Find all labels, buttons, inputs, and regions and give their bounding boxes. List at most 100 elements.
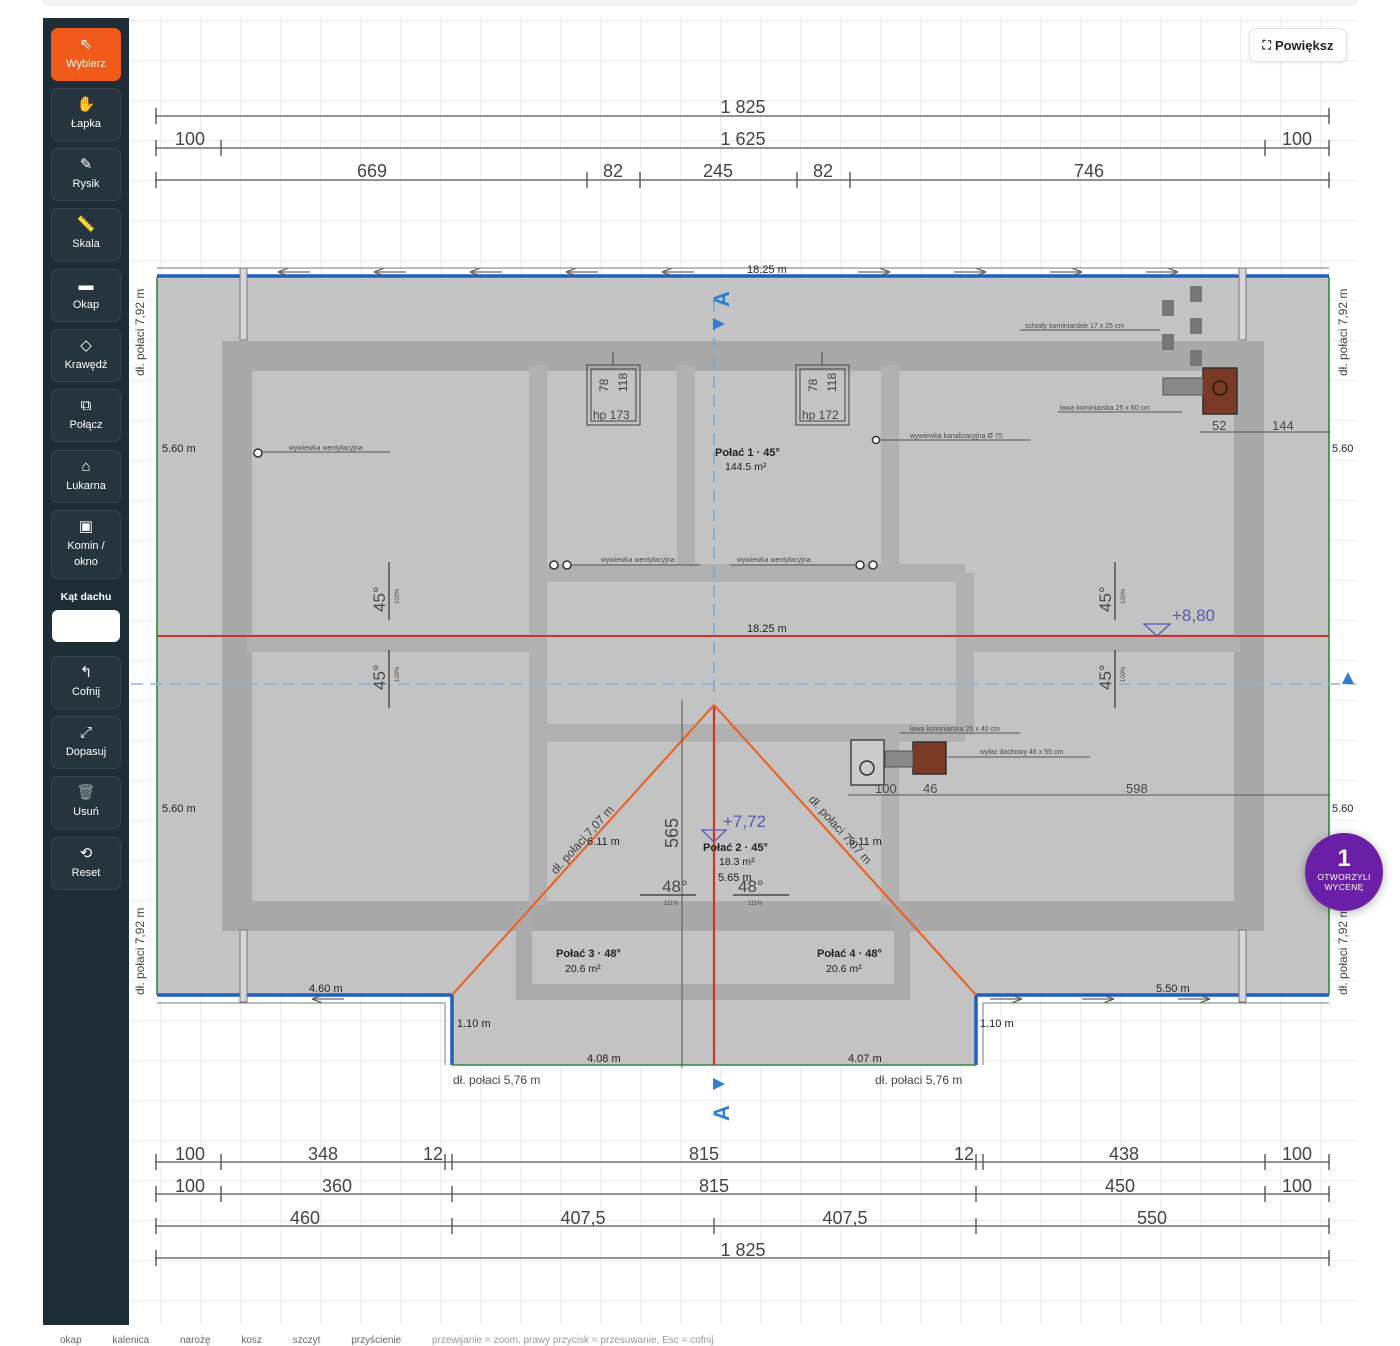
legend-item[interactable]: okap [60, 1335, 82, 1346]
svg-text:46: 46 [923, 781, 937, 796]
dim-top-seg: 82 [813, 161, 833, 181]
svg-text:52: 52 [1212, 418, 1226, 433]
svg-text:100%: 100% [395, 588, 401, 604]
svg-text:550: 550 [1137, 1208, 1167, 1228]
svg-text:dł. połaci 5,76 m: dł. połaci 5,76 m [453, 1073, 540, 1087]
plane-1-area: 144.5 m² [725, 461, 767, 473]
svg-text:100%: 100% [1121, 588, 1127, 604]
help-hint: przewijanie = zoom, prawy przycisk = prz… [432, 1335, 714, 1346]
dim-top-seg: 669 [357, 161, 387, 181]
svg-text:1 825: 1 825 [720, 1240, 765, 1260]
plane-2-area: 18.3 m² [719, 856, 755, 868]
svg-text:12: 12 [423, 1144, 443, 1164]
quote-counter-value: 1 [1337, 845, 1351, 872]
svg-text:100%: 100% [1121, 666, 1127, 682]
svg-text:wyłaz dachowy 46 x 55 cm: wyłaz dachowy 46 x 55 cm [979, 749, 1063, 756]
svg-text:45°: 45° [1096, 664, 1115, 690]
svg-text:5.50 m: 5.50 m [1156, 983, 1190, 995]
svg-text:5.60 m: 5.60 m [162, 803, 196, 815]
top-dimension-values: 1 825 100 1 625 100 669 82 245 82 746 [175, 97, 1312, 181]
svg-text:815: 815 [689, 1144, 719, 1164]
svg-text:18.25 m: 18.25 m [747, 623, 787, 635]
svg-text:wywiewka kanalizacyjna Ø 75: wywiewka kanalizacyjna Ø 75 [909, 433, 1003, 440]
svg-text:ława kominiarska 25 x 60 cm: ława kominiarska 25 x 60 cm [1060, 405, 1150, 412]
dim-top-seg: 245 [703, 161, 733, 181]
svg-text:A: A [709, 1105, 734, 1121]
svg-text:5.60: 5.60 [1332, 803, 1353, 815]
expand-icon: ⛶ [1262, 37, 1271, 52]
dim-top-seg: 82 [603, 161, 623, 181]
svg-text:360: 360 [322, 1176, 352, 1196]
svg-text:dł. połaci 7,92 m: dł. połaci 7,92 m [133, 289, 147, 376]
quote-counter-badge[interactable]: 1 OTWORZYLI WYCENĘ [1305, 833, 1383, 911]
svg-text:4.60 m: 4.60 m [309, 983, 343, 995]
svg-text:565: 565 [662, 818, 682, 848]
svg-text:144: 144 [1272, 418, 1294, 433]
svg-text:45°: 45° [370, 664, 389, 690]
svg-text:schody kominiarskie 17 x 25 cm: schody kominiarskie 17 x 25 cm [1025, 323, 1124, 330]
svg-text:dł. połaci 7,92 m: dł. połaci 7,92 m [1336, 289, 1350, 376]
svg-text:815: 815 [699, 1176, 729, 1196]
dim-top-inner: 1 625 [720, 129, 765, 149]
svg-text:45°: 45° [1096, 586, 1115, 612]
plane-3-name: Połać 3 · 48° [556, 948, 621, 960]
svg-text:100%: 100% [395, 666, 401, 682]
svg-text:18.25 m: 18.25 m [747, 264, 787, 276]
svg-text:100: 100 [175, 1144, 205, 1164]
legend-item[interactable]: szczyt [293, 1335, 321, 1346]
svg-text:5.60: 5.60 [1332, 443, 1353, 455]
svg-text:118: 118 [616, 373, 630, 392]
svg-text:A: A [709, 291, 734, 307]
svg-text:348: 348 [308, 1144, 338, 1164]
plane-1-name: Połać 1 · 45° [715, 447, 780, 459]
dim-top-total: 1 825 [720, 97, 765, 117]
dim-top-left-offset: 100 [175, 129, 205, 149]
legend-item[interactable]: przyścienie [351, 1335, 401, 1346]
svg-text:450: 450 [1105, 1176, 1135, 1196]
svg-text:100: 100 [175, 1176, 205, 1196]
svg-text:45°: 45° [370, 586, 389, 612]
svg-text:ława kominiarska 25 x 40 cm: ława kominiarska 25 x 40 cm [910, 726, 1000, 733]
svg-text:wywiewka wentylacyjna: wywiewka wentylacyjna [600, 557, 675, 564]
svg-text:118: 118 [825, 373, 839, 392]
svg-text:hp 173: hp 173 [593, 408, 630, 422]
svg-text:dł. połaci 7,92 m: dł. połaci 7,92 m [133, 908, 147, 995]
svg-text:48°: 48° [738, 877, 764, 896]
plane-4-area: 20.6 m² [826, 963, 862, 975]
roof-plan-drawing[interactable]: 1 825 100 1 625 100 669 82 245 82 746 78… [0, 0, 1400, 1344]
plane-4-name: Połać 4 · 48° [817, 948, 882, 960]
svg-text:12: 12 [954, 1144, 974, 1164]
svg-text:5.60 m: 5.60 m [162, 443, 196, 455]
svg-text:1.10 m: 1.10 m [457, 1018, 491, 1030]
svg-text:598: 598 [1126, 781, 1148, 796]
plane-2-name: Połać 2 · 45° [703, 842, 768, 854]
svg-text:dł. połaci 7,92 m: dł. połaci 7,92 m [1336, 908, 1350, 995]
svg-text:48°: 48° [662, 877, 688, 896]
svg-text:dł. połaci 5,76 m: dł. połaci 5,76 m [875, 1073, 962, 1087]
svg-text:+7,72: +7,72 [723, 812, 766, 831]
plane-3-area: 20.6 m² [565, 963, 601, 975]
svg-text:460: 460 [290, 1208, 320, 1228]
svg-text:407,5: 407,5 [822, 1208, 867, 1228]
roof-area[interactable] [157, 277, 1329, 1065]
legend-item[interactable]: kalenica [112, 1335, 149, 1346]
svg-text:wywiewka wentylacyjna: wywiewka wentylacyjna [288, 445, 363, 452]
dim-top-right-offset: 100 [1282, 129, 1312, 149]
dim-top-seg: 746 [1074, 161, 1104, 181]
svg-text:hp 172: hp 172 [802, 408, 839, 422]
svg-text:4.08 m: 4.08 m [587, 1053, 621, 1065]
svg-text:100: 100 [875, 781, 897, 796]
svg-text:100: 100 [1282, 1144, 1312, 1164]
svg-text:100: 100 [1282, 1176, 1312, 1196]
quote-counter-text: OTWORZYLI WYCENĘ [1317, 872, 1371, 892]
svg-text:+8,80: +8,80 [1172, 606, 1215, 625]
svg-text:4.07 m: 4.07 m [848, 1053, 882, 1065]
legend-item[interactable]: kosz [241, 1335, 262, 1346]
line-type-legend: okap kalenica narożę kosz szczyt przyści… [60, 1335, 742, 1346]
zoom-button[interactable]: ⛶ Powiększ [1249, 28, 1347, 62]
section-marker-right [1342, 672, 1354, 684]
svg-text:78: 78 [806, 378, 820, 392]
legend-item[interactable]: narożę [180, 1335, 211, 1346]
svg-text:78: 78 [597, 378, 611, 392]
svg-text:438: 438 [1109, 1144, 1139, 1164]
